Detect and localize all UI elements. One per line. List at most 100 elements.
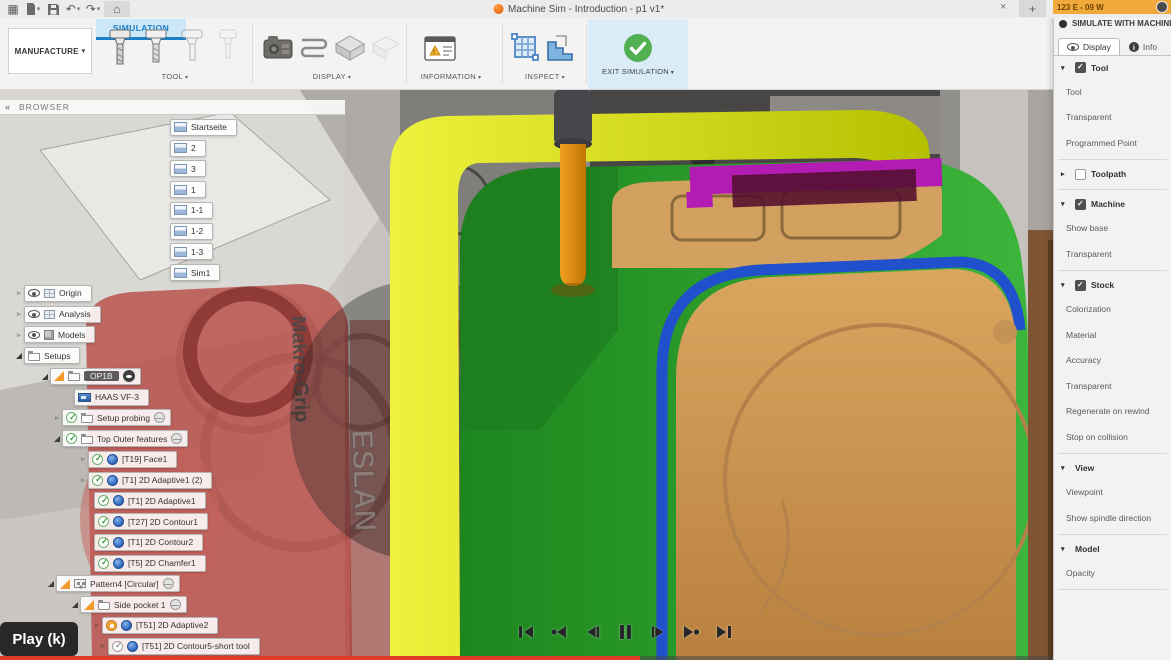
- panel-row[interactable]: [1058, 159, 1167, 160]
- next-operation-button[interactable]: [681, 622, 701, 642]
- tree-row[interactable]: Models: [14, 325, 420, 346]
- tree-row[interactable]: 1-1: [160, 200, 420, 221]
- tree-row[interactable]: Top Outer features: [52, 428, 420, 449]
- panel-row[interactable]: Show base: [1054, 216, 1171, 242]
- section-checkbox[interactable]: [1075, 199, 1086, 210]
- previous-operation-button[interactable]: [549, 622, 569, 642]
- panel-row[interactable]: Transparent: [1054, 241, 1171, 267]
- tree-node-chip[interactable]: Setup probing: [62, 409, 171, 426]
- section-arrow-icon[interactable]: [1061, 281, 1070, 289]
- tree-node-chip[interactable]: Models: [24, 326, 95, 343]
- tool-bit-4-icon[interactable]: [212, 28, 244, 75]
- panel-row[interactable]: Opacity: [1054, 561, 1171, 587]
- measure-icon[interactable]: [510, 32, 542, 69]
- tree-node-chip[interactable]: [T1] 2D Adaptive1: [94, 492, 206, 509]
- target-part-display-icon[interactable]: [370, 34, 402, 69]
- tree-node-chip[interactable]: 2: [170, 140, 206, 157]
- panel-row[interactable]: Material: [1054, 322, 1171, 348]
- expand-icon[interactable]: [14, 331, 24, 339]
- expand-icon[interactable]: [14, 310, 24, 318]
- tree-row[interactable]: 1-2: [160, 221, 420, 242]
- tool-bit-3-icon[interactable]: [176, 28, 208, 75]
- stock-display-icon[interactable]: [334, 34, 366, 69]
- file-icon[interactable]: ▾: [24, 1, 42, 17]
- tree-node-chip[interactable]: [T51] 2D Contour5-short tool: [108, 638, 260, 655]
- tree-node-chip[interactable]: [T27] 2D Contour1: [94, 513, 208, 530]
- save-icon[interactable]: [44, 1, 62, 17]
- expand-icon[interactable]: [46, 579, 56, 588]
- tree-node-chip[interactable]: [T51] 2D Adaptive2: [102, 617, 218, 634]
- tree-node-chip[interactable]: Sim1: [170, 264, 220, 281]
- expand-icon[interactable]: [52, 434, 62, 443]
- tree-node-chip[interactable]: Pattern4 [Circular]: [56, 575, 180, 592]
- panel-row[interactable]: Stock: [1054, 274, 1171, 297]
- section-arrow-icon[interactable]: [1061, 200, 1070, 208]
- tree-row[interactable]: 1: [160, 179, 420, 200]
- close-document-icon[interactable]: ×: [1000, 1, 1006, 13]
- tree-row[interactable]: [T5] 2D Chamfer1: [84, 553, 420, 574]
- step-forward-button[interactable]: [648, 622, 668, 642]
- panel-row[interactable]: [1058, 189, 1167, 190]
- tree-node-chip[interactable]: 1-1: [170, 202, 213, 219]
- tree-row[interactable]: [T51] 2D Contour5-short tool: [98, 636, 420, 657]
- group-label-inspect[interactable]: INSPECT: [504, 72, 586, 81]
- toolpath-display-icon[interactable]: [298, 34, 330, 69]
- panel-row[interactable]: [1058, 270, 1167, 271]
- document-tab[interactable]: Machine Sim - Introduction - p1 v1*: [493, 4, 664, 15]
- app-grid-icon[interactable]: ▦: [4, 1, 22, 17]
- go-to-end-button[interactable]: [714, 622, 734, 642]
- panel-row[interactable]: Transparent: [1054, 105, 1171, 131]
- panel-row[interactable]: [1058, 589, 1167, 590]
- tree-node-chip[interactable]: Startseite: [170, 119, 237, 136]
- badge-icon[interactable]: [1156, 1, 1168, 13]
- tree-node-chip[interactable]: Setups: [24, 347, 80, 364]
- panel-row[interactable]: Viewpoint: [1054, 480, 1171, 506]
- tree-node-chip[interactable]: 3: [170, 160, 206, 177]
- tree-row[interactable]: Pattern4 [Circular]: [46, 574, 420, 595]
- go-to-beginning-button[interactable]: [516, 622, 536, 642]
- video-play-button[interactable]: Play (k): [0, 622, 78, 656]
- panel-row[interactable]: Toolpath: [1054, 163, 1171, 186]
- collapse-browser-icon[interactable]: «: [5, 102, 11, 112]
- panel-row[interactable]: [1058, 534, 1167, 535]
- tree-row[interactable]: Side pocket 1: [70, 594, 420, 615]
- panel-row[interactable]: Tool: [1054, 56, 1171, 79]
- video-progress-track[interactable]: [0, 656, 1171, 660]
- workspace-selector[interactable]: MANUFACTURE: [8, 28, 92, 74]
- tree-node-chip[interactable]: [T19] Face1: [88, 451, 177, 468]
- section-checkbox[interactable]: [1075, 169, 1086, 180]
- tree-node-chip[interactable]: Origin: [24, 285, 92, 302]
- section-checkbox[interactable]: [1075, 62, 1086, 73]
- expand-icon[interactable]: [78, 455, 88, 463]
- tree-node-chip[interactable]: Side pocket 1: [80, 596, 187, 613]
- home-icon[interactable]: ⌂: [104, 1, 130, 17]
- machine-display-icon[interactable]: [262, 34, 294, 69]
- panel-row[interactable]: Model: [1054, 538, 1171, 561]
- panel-row[interactable]: Accuracy: [1054, 348, 1171, 374]
- tree-node-chip[interactable]: HAAS VF-3: [74, 389, 149, 406]
- section-analysis-icon[interactable]: [544, 32, 576, 69]
- browser-header[interactable]: « BROWSER: [0, 100, 345, 115]
- undo-icon[interactable]: ↶▾: [64, 1, 82, 17]
- panel-row[interactable]: Regenerate on rewind: [1054, 399, 1171, 425]
- tree-row[interactable]: [T19] Face1: [78, 449, 420, 470]
- tree-node-chip[interactable]: 1: [170, 181, 206, 198]
- tree-node-chip[interactable]: 1-2: [170, 223, 213, 240]
- group-label-display[interactable]: DISPLAY: [262, 72, 402, 81]
- tree-row[interactable]: [T27] 2D Contour1: [84, 511, 420, 532]
- step-back-button[interactable]: [582, 622, 602, 642]
- tree-node-chip[interactable]: Analysis: [24, 306, 101, 323]
- tab-display[interactable]: Display: [1058, 38, 1120, 55]
- tree-node-chip[interactable]: [T5] 2D Chamfer1: [94, 555, 206, 572]
- panel-row[interactable]: Stop on collision: [1054, 424, 1171, 450]
- pause-button[interactable]: [615, 622, 635, 642]
- exit-simulation-button[interactable]: EXIT SIMULATION: [588, 19, 688, 89]
- new-tab-button[interactable]: +: [1019, 0, 1046, 17]
- tree-row[interactable]: [T1] 2D Contour2: [84, 532, 420, 553]
- expand-icon[interactable]: [70, 600, 80, 609]
- tree-row[interactable]: OP1B: [40, 366, 420, 387]
- tree-row[interactable]: 3: [160, 159, 420, 180]
- tab-info[interactable]: i Info: [1120, 38, 1166, 55]
- panel-row[interactable]: View: [1054, 457, 1171, 480]
- tree-row[interactable]: Origin: [14, 283, 420, 304]
